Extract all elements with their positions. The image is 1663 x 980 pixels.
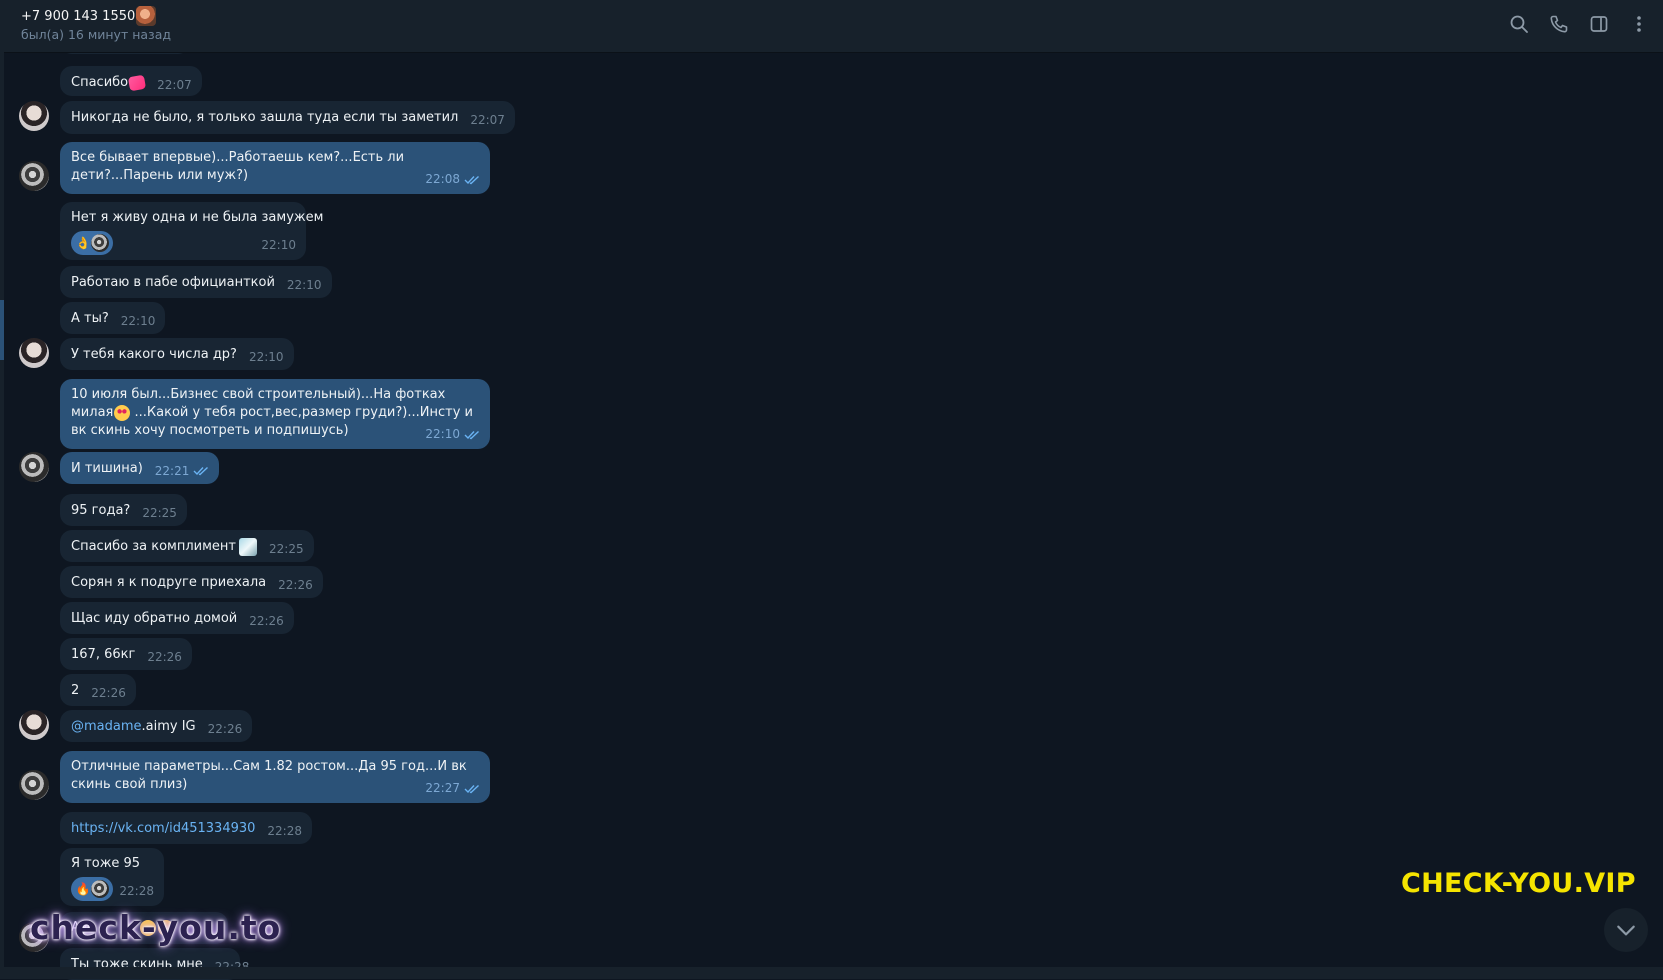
avatar[interactable] (19, 161, 49, 191)
message-bubble-outgoing[interactable]: 10 июля был...Бизнес свой строительный).… (60, 379, 490, 449)
message-time: 22:07 (157, 78, 192, 92)
message-bubble[interactable]: Сорян я к подруге приехала 22:26 (60, 566, 323, 598)
sticker-emoji-icon (239, 537, 258, 556)
chat-title-text: +7 900 143 1550 (21, 8, 136, 24)
message-bubble[interactable]: Щас иду обратно домой 22:26 (60, 602, 294, 634)
message-time: 22:26 (147, 650, 182, 664)
phone-icon[interactable] (1547, 12, 1571, 36)
read-check-icon (193, 466, 209, 476)
search-icon[interactable] (1507, 12, 1531, 36)
sidebar-toggle-icon[interactable] (1587, 12, 1611, 36)
message-bubble[interactable]: 95 года? 22:25 (60, 494, 187, 526)
avatar[interactable] (19, 710, 49, 740)
message-bubble[interactable]: @madame.aimy IG 22:26 (60, 710, 253, 742)
message-time: 22:26 (91, 686, 126, 700)
message-bubble[interactable]: Нет я живу одна и не была замужем 👌 22:1… (60, 202, 324, 260)
more-vertical-icon[interactable] (1627, 12, 1651, 36)
message-bubble[interactable]: У тебя какого числа др? 22:10 (60, 338, 294, 370)
left-accent (0, 300, 4, 360)
heart-eyes-emoji-icon (114, 404, 131, 421)
watermark-left: check-you.to (30, 908, 282, 947)
reaction-avatar (90, 879, 110, 899)
message-bubble[interactable]: Спасибо за комплимент 22:25 (60, 530, 314, 562)
message-text: Никогда не было, я только зашла туда есл… (71, 110, 459, 125)
chevron-down-icon (1617, 925, 1635, 936)
chat-status-copy: был(а) 16 минут назад (21, 27, 171, 42)
message-bubble-outgoing[interactable]: И тишина) 22:21 (60, 452, 220, 484)
message-text: Спасибо за комплимент (71, 539, 237, 554)
message-bubble[interactable]: А ты? 22:10 (60, 302, 166, 334)
message-time: 22:28 (119, 884, 154, 898)
left-edge (0, 0, 4, 979)
message-text: Сорян я к подруге приехала (71, 575, 267, 590)
message-text: 167, 66кг (71, 647, 136, 662)
message-bubble[interactable]: Спасибо 22:07 (60, 66, 202, 96)
message-bubble[interactable]: Работаю в пабе официанткой 22:10 (60, 266, 332, 298)
message-time: 22:10 (286, 278, 322, 292)
avatar[interactable] (19, 101, 49, 131)
reactions[interactable]: 👌 (71, 231, 113, 255)
chat-header[interactable]: +7 900 143 1550 был(а) 16 минут назад (4, 0, 1663, 53)
message-bubble[interactable]: Никогда не было, я только зашла туда есл… (60, 101, 515, 134)
message-time: 22:10 (120, 314, 156, 328)
message-text: Отличные параметры...Сам 1.82 ростом...Д… (71, 759, 467, 792)
message-time: 22:10 (425, 427, 460, 441)
header-actions (1507, 12, 1651, 36)
message-time: 22:07 (470, 113, 505, 127)
message-bubble[interactable]: 2 22:26 (60, 674, 136, 706)
message-text: У тебя какого числа др? (71, 347, 237, 362)
message-text: Спасибо (71, 75, 129, 90)
profile-emoji-icon (136, 6, 157, 26)
read-check-icon (464, 430, 479, 440)
message-bubble-outgoing[interactable]: Отличные параметры...Сам 1.82 ростом...Д… (60, 751, 490, 803)
message-text: Нет я живу одна и не была замужем (71, 210, 324, 225)
message-time: 22:10 (248, 350, 284, 364)
message-time: 22:26 (207, 722, 243, 736)
vk-link[interactable]: https://vk.com/id451334930 (71, 821, 255, 836)
message-text: 2 (71, 683, 80, 698)
message-time: 22:26 (249, 614, 284, 628)
message-text-continued: ...Какой у тебя рост,вес,размер груди?).… (71, 405, 473, 438)
message-text: Щас иду обратно домой (71, 611, 238, 626)
message-time: 22:25 (269, 542, 304, 556)
reactions[interactable]: 🔥 (71, 877, 113, 901)
message-time: 22:26 (278, 578, 313, 592)
read-check-icon (464, 784, 479, 794)
message-bubble[interactable]: 167, 66кг 22:26 (60, 638, 192, 670)
scroll-down-button[interactable] (1604, 908, 1648, 952)
mention-link[interactable]: @madame (71, 719, 142, 734)
message-text: .aimy IG (141, 719, 196, 734)
message-time: 22:25 (142, 506, 177, 520)
heart-emoji-icon (128, 74, 147, 91)
chat-title-copy[interactable]: +7 900 143 1550 (21, 6, 157, 26)
message-text: Я тоже 95 (71, 856, 141, 871)
message-bubble-outgoing[interactable]: Все бывает впервые)...Работаешь кем?...Е… (60, 142, 490, 194)
message-time: 22:10 (261, 238, 296, 252)
message-text: Все бывает впервые)...Работаешь кем?...Е… (71, 150, 405, 183)
avatar[interactable] (19, 452, 49, 482)
message-text: Работаю в пабе официанткой (71, 275, 275, 290)
read-check-icon (464, 175, 479, 185)
message-text: А ты? (71, 311, 109, 326)
message-text: И тишина) (71, 461, 143, 476)
message-time: 22:21 (154, 464, 190, 478)
message-time: 22:28 (267, 824, 302, 838)
bottom-bar (0, 967, 1663, 979)
message-bubble[interactable]: Я тоже 95 🔥 22:28 (60, 848, 164, 906)
message-bubble[interactable]: https://vk.com/id451334930 22:28 (60, 812, 312, 844)
message-time: 22:27 (425, 781, 460, 795)
avatar[interactable] (19, 770, 49, 800)
watermark-right: CHECK-YOU.VIP (1401, 868, 1636, 899)
message-time: 22:08 (425, 172, 460, 186)
reaction-avatar (90, 233, 110, 253)
avatar[interactable] (19, 338, 49, 368)
message-text: 95 года? (71, 503, 131, 518)
